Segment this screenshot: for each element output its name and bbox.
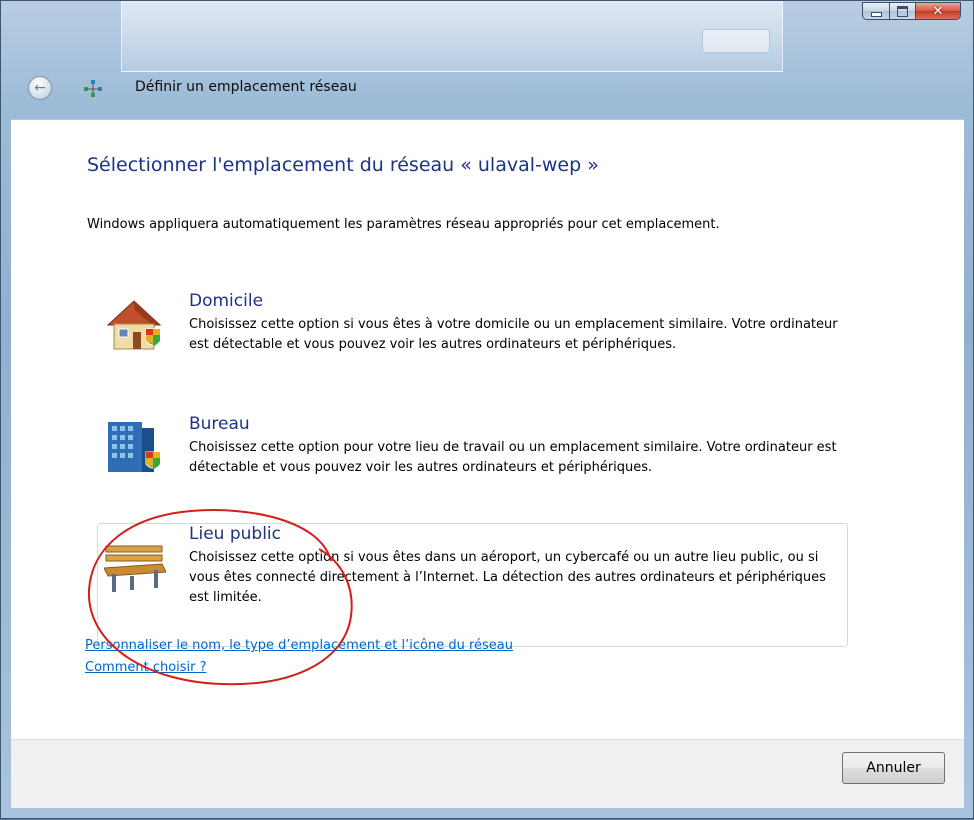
option-domicile[interactable]: Domicile Choisissez cette option si vous…	[97, 290, 848, 396]
cancel-button[interactable]: Annuler	[842, 752, 945, 784]
option-title: Domicile	[189, 291, 264, 311]
office-building-icon	[108, 422, 161, 472]
content-panel: Sélectionner l'emplacement du réseau « u…	[11, 119, 964, 740]
maximize-icon	[897, 5, 908, 17]
option-bureau[interactable]: Bureau Choisissez cette option pour votr…	[97, 413, 848, 513]
window-frame: ✕ ← Définir un emplacement réseau Sélect…	[0, 0, 974, 819]
close-button[interactable]: ✕	[915, 2, 961, 20]
back-button[interactable]: ←	[28, 76, 52, 100]
option-lieu-public[interactable]: Lieu public Choisissez cette option si v…	[97, 523, 848, 647]
option-description: Choisissez cette option si vous êtes à v…	[189, 317, 838, 352]
back-arrow-icon: ←	[34, 80, 46, 96]
minimize-button[interactable]	[862, 2, 889, 20]
how-to-choose-link[interactable]: Comment choisir ?	[85, 660, 207, 675]
park-bench-icon	[104, 545, 166, 592]
option-title: Lieu public	[189, 524, 281, 544]
caption-buttons: ✕	[862, 2, 961, 20]
option-description: Choisissez cette option pour votre lieu …	[189, 440, 837, 475]
option-title: Bureau	[189, 414, 250, 434]
close-icon: ✕	[932, 3, 944, 19]
background-window-ghost	[121, 1, 783, 72]
dialog-footer: Annuler	[11, 739, 964, 808]
page-description: Windows appliquera automatiquement les p…	[87, 217, 720, 232]
network-icon	[84, 80, 102, 97]
maximize-button[interactable]	[889, 2, 915, 20]
home-icon	[106, 300, 162, 350]
window-title: Définir un emplacement réseau	[135, 79, 357, 95]
customize-network-link[interactable]: Personnaliser le nom, le type d’emplacem…	[85, 638, 513, 653]
option-description: Choisissez cette option si vous êtes dan…	[189, 550, 826, 605]
page-heading: Sélectionner l'emplacement du réseau « u…	[87, 154, 599, 176]
minimize-icon	[870, 11, 882, 17]
